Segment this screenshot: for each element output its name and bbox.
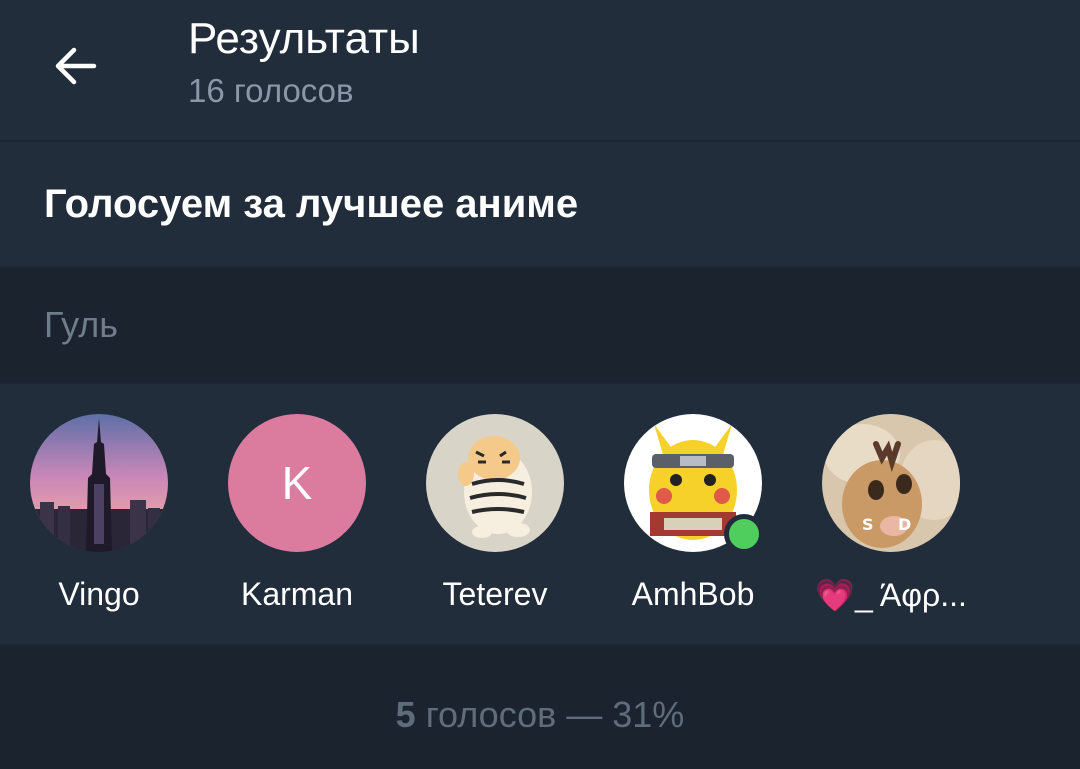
avatar-letter: K [228, 414, 366, 552]
city-skyline-photo [30, 414, 168, 552]
voter-name: 💗_ Άφρ... [815, 577, 967, 613]
voter-name: Vingo [58, 576, 140, 612]
poll-question-section: Голосуем за лучшее аниме [0, 142, 1080, 266]
vote-result-footer: 5 голосов — 31% [0, 646, 1080, 769]
vote-count: 5 [395, 694, 416, 735]
voter-name: Teterev [442, 576, 548, 612]
vote-percentage: голосов — 31% [415, 694, 685, 735]
poll-option-label: Гуль [44, 304, 119, 345]
voter-item[interactable]: AmhBob [594, 414, 792, 624]
voters-list: Vingo K Karman Teterev AmhBob S D 💗_ Άφρ… [0, 384, 1080, 644]
vote-result-text: 5 голосов — 31% [0, 694, 1080, 736]
voter-name: Karman [240, 576, 354, 612]
avatar [426, 414, 564, 552]
tiger-cat-drawing [426, 414, 564, 552]
page-title: Результаты [188, 14, 420, 63]
voter-item[interactable]: S D 💗_ Άφρ... [792, 414, 990, 624]
app-header: Результаты 16 голосов [0, 0, 1080, 140]
voter-item[interactable]: Vingo [0, 414, 198, 624]
online-indicator [724, 514, 764, 554]
voter-name: AmhBob [631, 576, 755, 612]
back-button[interactable] [40, 30, 112, 102]
cat-photo: S D [822, 414, 960, 552]
vote-count-subtitle: 16 голосов [188, 72, 354, 109]
poll-question: Голосуем за лучшее аниме [44, 182, 579, 226]
avatar: S D [822, 414, 960, 552]
svg-text:D: D [898, 515, 911, 534]
svg-text:S: S [862, 515, 874, 534]
arrow-left-icon [55, 47, 97, 85]
voter-item[interactable]: K Karman [198, 414, 396, 624]
avatar: K [228, 414, 366, 552]
voter-item[interactable]: Teterev [396, 414, 594, 624]
avatar [30, 414, 168, 552]
poll-option-header: Гуль [0, 268, 1080, 382]
